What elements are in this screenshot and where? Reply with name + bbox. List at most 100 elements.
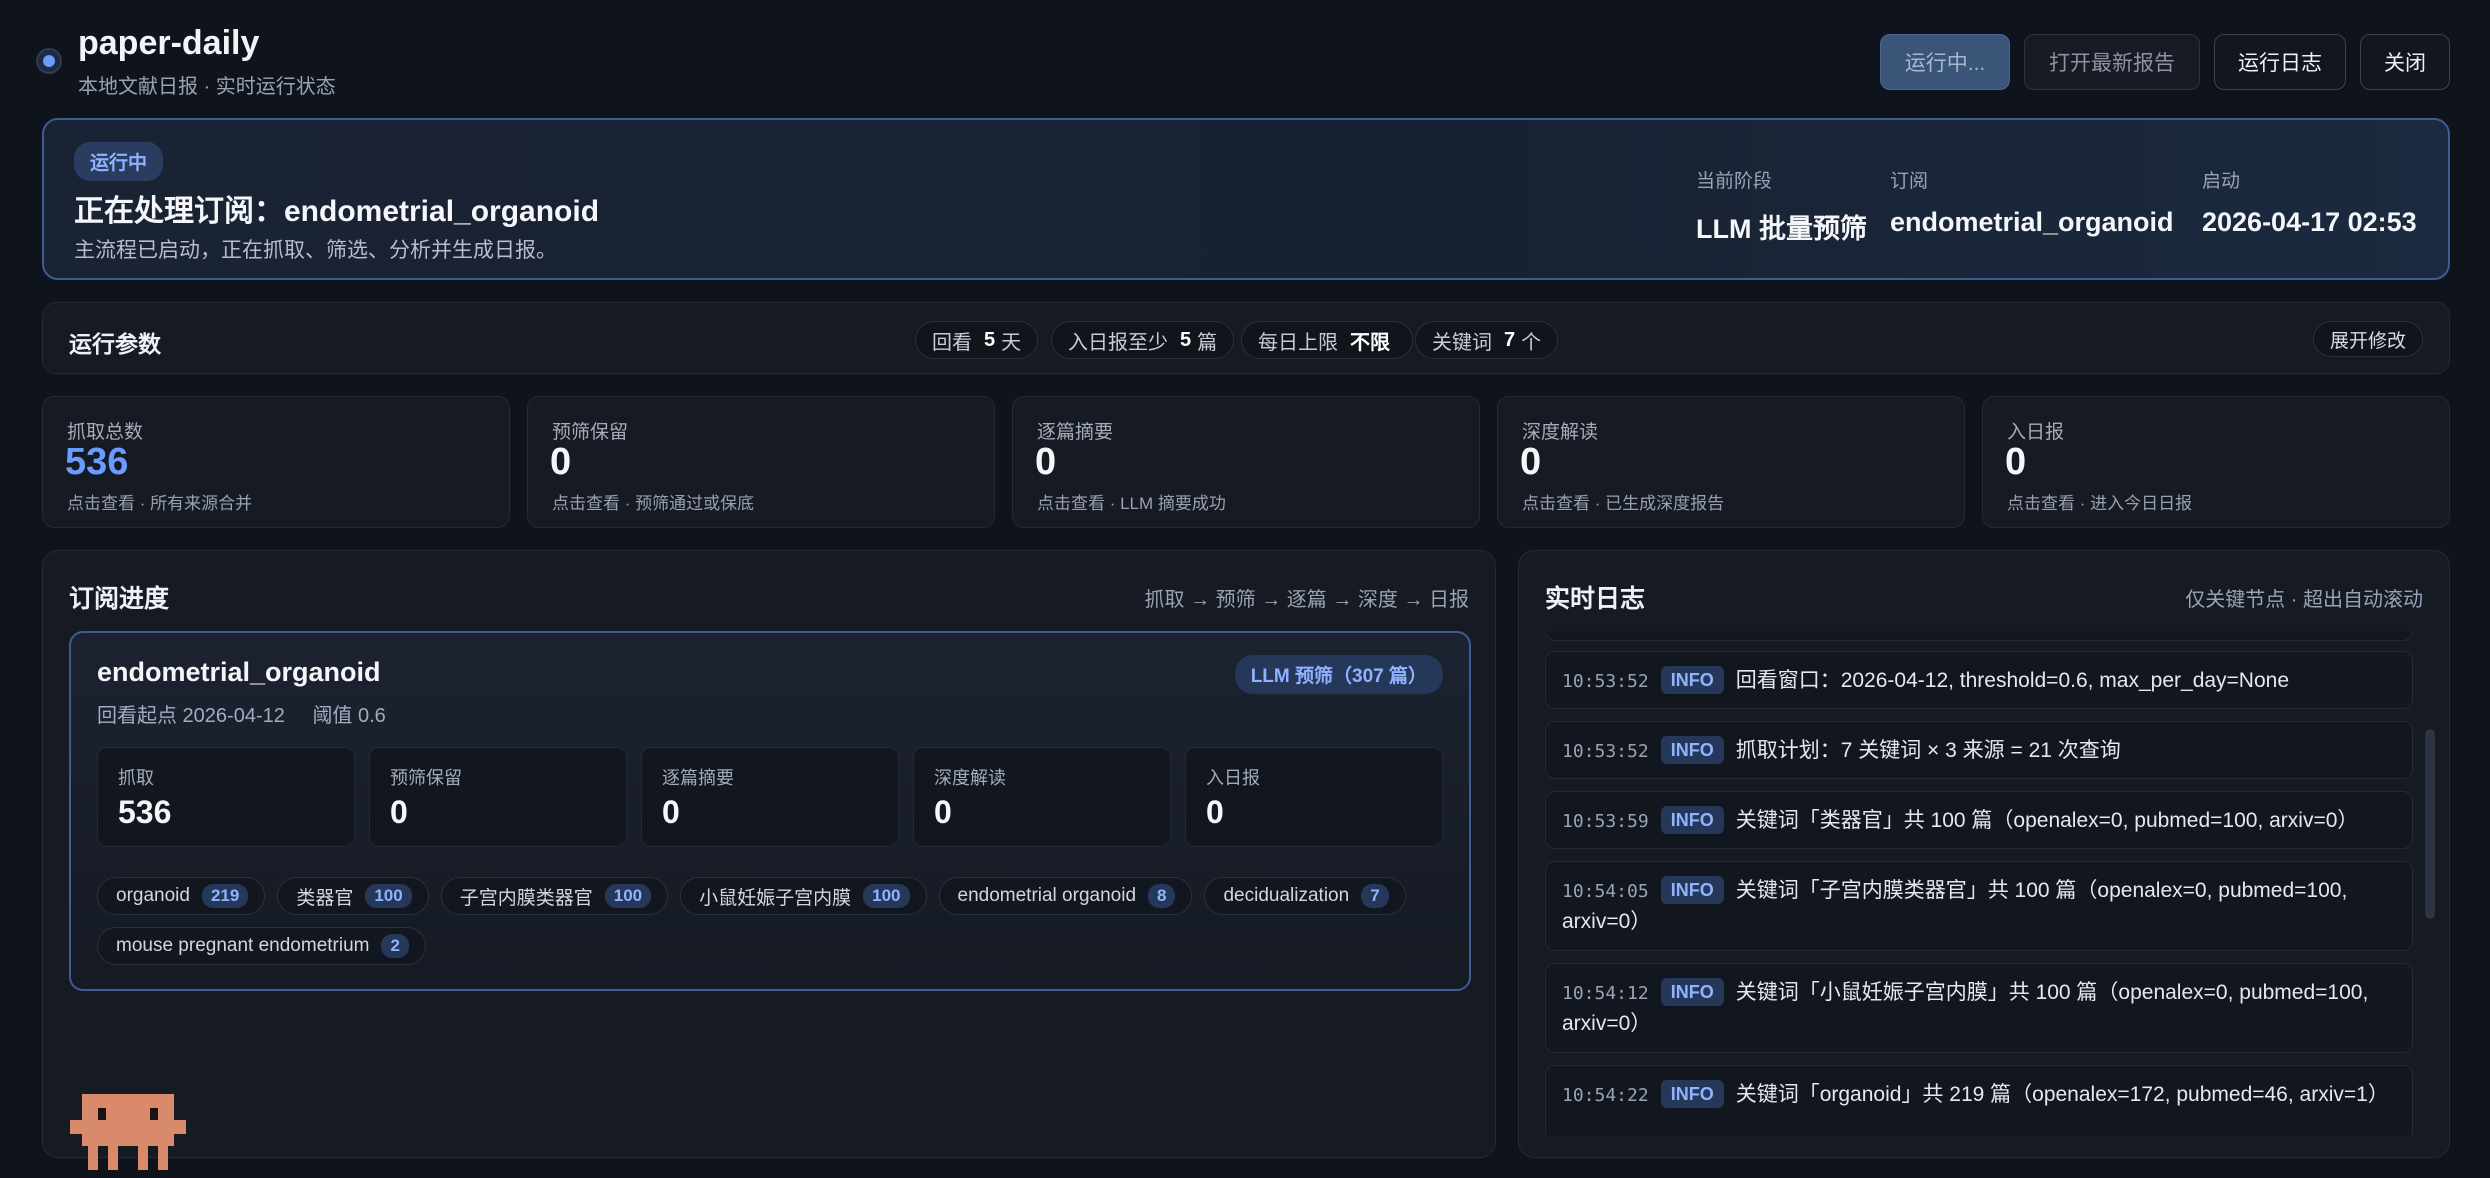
log-time: 10:53:59 bbox=[1562, 811, 1649, 832]
log-entry: 10:53:52 INFO 抓取计划：7 关键词 × 3 来源 = 21 次查询 bbox=[1545, 721, 2413, 779]
app-header: paper-daily 本地文献日报 · 实时运行状态 运行中... 打开最新报… bbox=[32, 24, 2458, 104]
threshold: 阈值 0.6 bbox=[312, 705, 386, 727]
banner-subtitle: 主流程已启动，正在抓取、筛选、分析并生成日报。 bbox=[74, 239, 557, 262]
mini-stat-deep: 深度解读 0 bbox=[913, 747, 1171, 847]
keyword-name: endometrial organoid bbox=[957, 885, 1137, 906]
log-title: 实时日志 bbox=[1545, 585, 1646, 613]
keyword-name: decidualization bbox=[1223, 885, 1350, 906]
start-time-meta: 启动 2026-04-17 02:53 bbox=[2202, 166, 2417, 238]
keyword-count: 100 bbox=[604, 884, 652, 908]
mini-value: 536 bbox=[118, 794, 172, 830]
stat-card-daily[interactable]: 入日报 0 点击查看 · 进入今日日报 bbox=[1982, 396, 2450, 528]
subscription-card[interactable]: endometrial_organoid 回看起点 2026-04-12 阈值 … bbox=[69, 631, 1471, 991]
app-title: paper-daily bbox=[78, 24, 260, 62]
stat-card-fetched[interactable]: 抓取总数 536 点击查看 · 所有来源合并 bbox=[42, 396, 510, 528]
stat-note: 点击查看 · 已生成深度报告 bbox=[1522, 494, 1725, 513]
keyword-tag[interactable]: 小鼠妊娠子宫内膜 100 bbox=[680, 877, 927, 915]
log-list[interactable]: 10:53:52 INFO 回看窗口：2026-04-12, threshold=0… bbox=[1545, 631, 2413, 1135]
log-text: 回看窗口：2026-04-12, threshold=0.6, max_per_… bbox=[1735, 669, 2290, 692]
keyword-name: organoid bbox=[116, 885, 190, 906]
open-latest-report-button[interactable]: 打开最新报告 bbox=[2024, 34, 2200, 90]
stat-label: 预筛保留 bbox=[552, 422, 629, 443]
daily-limit-chip[interactable]: 每日上限 不限 bbox=[1241, 321, 1413, 359]
pixel-mascot-icon bbox=[70, 1094, 186, 1170]
subscription-meta: 订阅 endometrial_organoid bbox=[1890, 166, 2174, 238]
stat-note: 点击查看 · 所有来源合并 bbox=[67, 494, 253, 513]
keywords-chip[interactable]: 关键词 7 个 bbox=[1415, 321, 1559, 359]
keywords-unit: 个 bbox=[1521, 331, 1542, 354]
stat-value: 0 bbox=[550, 441, 572, 483]
stat-value: 536 bbox=[65, 441, 129, 483]
stat-note: 点击查看 · LLM 摘要成功 bbox=[1037, 494, 1226, 513]
lookback-chip[interactable]: 回看 5 天 bbox=[915, 321, 1039, 359]
mini-label: 抓取 bbox=[118, 768, 154, 788]
keyword-tag[interactable]: 类器官 100 bbox=[277, 877, 429, 915]
stat-value: 0 bbox=[2005, 441, 2027, 483]
expand-edit-button[interactable]: 展开修改 bbox=[2312, 321, 2423, 357]
keyword-name: 子宫内膜类器官 bbox=[459, 887, 593, 909]
log-entry: 10:54:12 INFO 关键词「小鼠妊娠子宫内膜」共 100 篇（openale… bbox=[1545, 963, 2413, 1053]
current-stage-label: 当前阶段 bbox=[1696, 171, 1773, 192]
stat-label: 深度解读 bbox=[1522, 422, 1599, 443]
log-level: INFO bbox=[1660, 806, 1724, 834]
start-value: 2026-04-17 02:53 bbox=[2202, 207, 2417, 237]
run-params-bar: 运行参数 回看 5 天 入日报至少 5 篇 每日上限 不限 关键词 7 个 展开… bbox=[42, 302, 2450, 374]
banner-title: 正在处理订阅：endometrial_organoid bbox=[74, 195, 600, 228]
log-entry: 10:53:52 INFO 回看窗口：2026-04-12, threshold=0… bbox=[1545, 651, 2413, 709]
keyword-count: 8 bbox=[1148, 884, 1176, 908]
stat-value: 0 bbox=[1520, 441, 1542, 483]
stat-label: 入日报 bbox=[2007, 422, 2065, 443]
keyword-tag[interactable]: mouse pregnant endometrium 2 bbox=[97, 927, 426, 965]
lookback-unit: 天 bbox=[1001, 331, 1022, 354]
log-time: 10:54:12 bbox=[1562, 983, 1649, 1004]
keyword-count: 219 bbox=[201, 884, 249, 908]
log-text: 关键词「organoid」共 219 篇（openalex=172, pubme… bbox=[1735, 1083, 2389, 1106]
mini-value: 0 bbox=[390, 794, 408, 830]
status-dot-icon bbox=[36, 48, 62, 74]
close-button[interactable]: 关闭 bbox=[2360, 34, 2450, 90]
min-papers-chip[interactable]: 入日报至少 5 篇 bbox=[1051, 321, 1235, 359]
realtime-log-panel: 实时日志 仅关键节点 · 超出自动滚动 10:53:52 INFO 回看窗口：202… bbox=[1518, 550, 2450, 1158]
lookback-start: 回看起点 2026-04-12 bbox=[97, 705, 285, 727]
log-text: 抓取计划：7 关键词 × 3 来源 = 21 次查询 bbox=[1735, 739, 2121, 762]
app-subtitle: 本地文献日报 · 实时运行状态 bbox=[78, 76, 336, 98]
start-label: 启动 bbox=[2202, 171, 2241, 192]
mini-stat-summaries: 逐篇摘要 0 bbox=[641, 747, 899, 847]
stat-note: 点击查看 · 预筛通过或保底 bbox=[552, 494, 755, 513]
mini-stat-daily: 入日报 0 bbox=[1185, 747, 1443, 847]
params-title: 运行参数 bbox=[69, 331, 161, 357]
subscription-name: endometrial_organoid bbox=[97, 657, 381, 687]
log-scrollbar[interactable] bbox=[2425, 729, 2435, 919]
daily-limit-value: 不限 bbox=[1350, 331, 1390, 354]
current-stage: 当前阶段 LLM 批量预筛 bbox=[1696, 166, 1867, 246]
keyword-tags: organoid 219 类器官 100 子宫内膜类器官 100 小鼠妊娠子宫内膜 10… bbox=[97, 877, 1447, 965]
keyword-tag[interactable]: organoid 219 bbox=[97, 877, 266, 915]
mini-stat-prefilter: 预筛保留 0 bbox=[369, 747, 627, 847]
log-entry: 10:54:05 INFO 关键词「子宫内膜类器官」共 100 篇（openalex… bbox=[1545, 861, 2413, 951]
log-hint: 仅关键节点 · 超出自动滚动 bbox=[2185, 589, 2423, 611]
running-button[interactable]: 运行中... bbox=[1880, 34, 2010, 90]
keyword-name: mouse pregnant endometrium bbox=[116, 935, 370, 956]
keywords-value: 7 bbox=[1504, 328, 1516, 351]
log-entry: 10:54:22 INFO 关键词「organoid」共 219 篇（openale… bbox=[1545, 1065, 2413, 1135]
keyword-tag[interactable]: decidualization 7 bbox=[1204, 877, 1406, 915]
stat-card-deep-reading[interactable]: 深度解读 0 点击查看 · 已生成深度报告 bbox=[1497, 396, 1965, 528]
daily-limit-label: 每日上限 bbox=[1258, 331, 1338, 354]
status-badge: 运行中 bbox=[74, 142, 164, 181]
keywords-label: 关键词 bbox=[1432, 331, 1492, 354]
run-log-button[interactable]: 运行日志 bbox=[2214, 34, 2346, 90]
keyword-tag[interactable]: endometrial organoid 8 bbox=[938, 877, 1193, 915]
mini-value: 0 bbox=[934, 794, 952, 830]
mini-label: 逐篇摘要 bbox=[662, 768, 734, 788]
min-papers-unit: 篇 bbox=[1197, 331, 1218, 354]
stat-card-prefilter[interactable]: 预筛保留 0 点击查看 · 预筛通过或保底 bbox=[527, 396, 995, 528]
stat-card-summaries[interactable]: 逐篇摘要 0 点击查看 · LLM 摘要成功 bbox=[1012, 396, 1480, 528]
log-time: 10:54:05 bbox=[1562, 881, 1649, 902]
log-entry-partial bbox=[1545, 631, 2413, 641]
min-papers-label: 入日报至少 bbox=[1068, 331, 1168, 354]
keyword-tag[interactable]: 子宫内膜类器官 100 bbox=[440, 877, 669, 915]
log-time: 10:53:52 bbox=[1562, 741, 1649, 762]
keyword-count: 100 bbox=[863, 884, 910, 908]
keyword-count: 2 bbox=[381, 934, 409, 958]
subscription-progress-panel: 订阅进度 抓取 → 预筛 → 逐篇 → 深度 → 日报 endometrial_… bbox=[42, 550, 1496, 1158]
